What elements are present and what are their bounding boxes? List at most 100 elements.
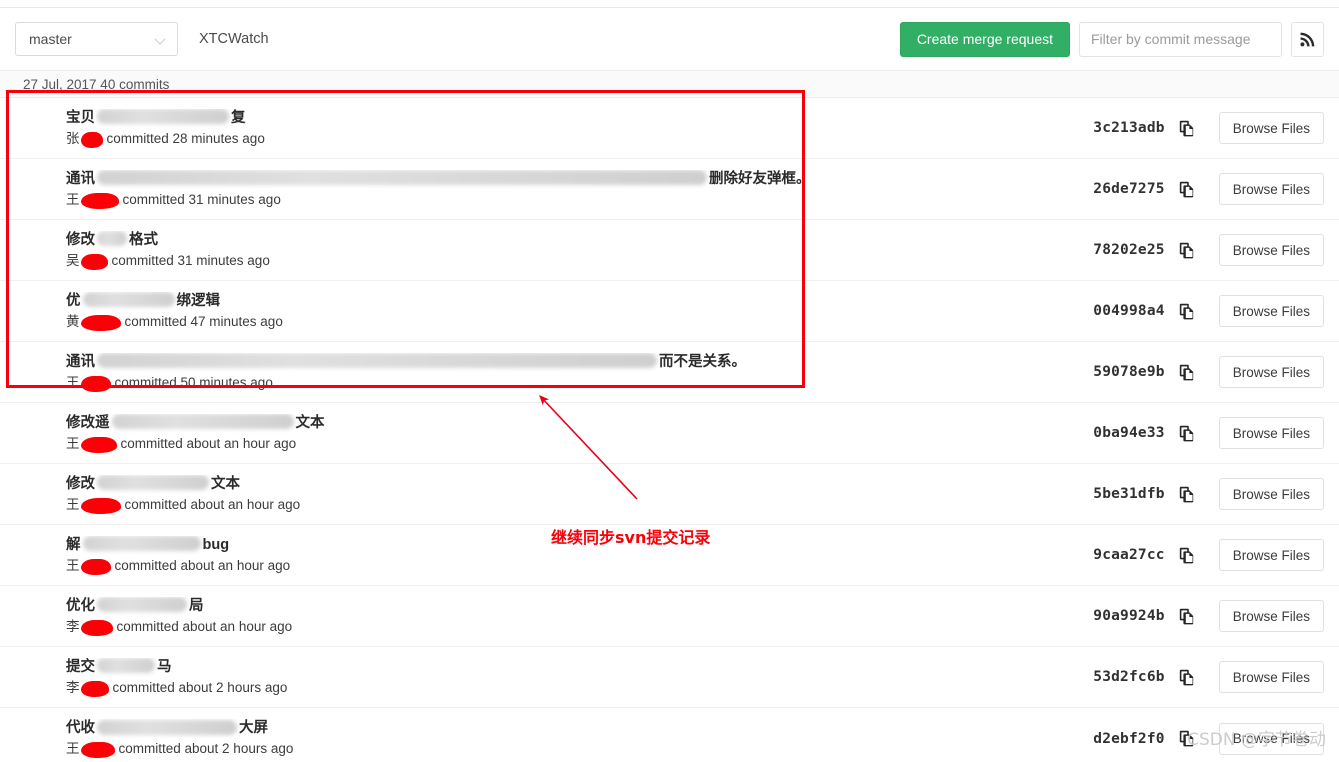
commit-filter-input[interactable] <box>1079 21 1282 57</box>
commit-title-visible-suffix: 文本 <box>295 414 325 431</box>
browse-files-button[interactable]: Browse Files <box>1218 356 1324 388</box>
browse-files-button[interactable]: Browse Files <box>1218 417 1324 449</box>
commit-author-name[interactable]: 王 <box>66 436 80 451</box>
commit-author-name[interactable]: 王 <box>66 375 80 390</box>
author-avatar <box>18 720 55 757</box>
browse-files-button[interactable]: Browse Files <box>1218 295 1324 327</box>
commit-timestamp: committed 31 minutes ago <box>122 191 281 207</box>
commit-author-meta: 王 committed about 2 hours ago <box>66 739 1065 759</box>
browse-files-button[interactable]: Browse Files <box>1218 661 1324 693</box>
commit-title-visible-prefix: 修改遥 <box>66 414 110 431</box>
commit-text-block: 修改 文本王 committed about an hour ago <box>66 475 1065 514</box>
copy-icon[interactable] <box>1179 302 1196 321</box>
commit-title-visible-suffix: 复 <box>231 109 246 126</box>
commit-title-visible-suffix: 而不是关系。 <box>659 353 746 370</box>
commit-title[interactable]: 修改遥 文本 <box>66 414 1065 433</box>
commit-text-block: 优化 局李 committed about an hour ago <box>66 597 1065 636</box>
commit-hash[interactable]: 0ba94e33 <box>1065 425 1165 441</box>
commit-author-redacted <box>80 619 113 636</box>
commit-author-name[interactable]: 王 <box>66 497 80 512</box>
copy-icon[interactable] <box>1179 424 1196 443</box>
commit-text-block: 修改遥 文本王 committed about an hour ago <box>66 414 1065 453</box>
commit-hash[interactable]: d2ebf2f0 <box>1065 731 1165 747</box>
commit-title-redacted <box>97 597 187 613</box>
commit-hash[interactable]: 59078e9b <box>1065 364 1165 380</box>
commits-toolbar: master XTCWatch Create merge request <box>0 8 1339 70</box>
commit-author-name[interactable]: 王 <box>66 558 80 573</box>
commit-title[interactable]: 优化 局 <box>66 597 1065 616</box>
commit-author-name[interactable]: 李 <box>66 619 80 634</box>
commit-title-redacted <box>97 658 155 674</box>
commit-hash[interactable]: 78202e25 <box>1065 242 1165 258</box>
commit-hash[interactable]: 004998a4 <box>1065 303 1165 319</box>
commit-title[interactable]: 代收 大屏 <box>66 719 1065 738</box>
commit-author-name[interactable]: 王 <box>66 741 80 756</box>
commit-title[interactable]: 提交 马 <box>66 658 1065 677</box>
copy-icon[interactable] <box>1179 363 1196 382</box>
commit-hash[interactable]: 53d2fc6b <box>1065 669 1165 685</box>
commit-author-meta: 王 committed 31 minutes ago <box>66 190 1065 209</box>
commit-title-visible-suffix: 马 <box>157 658 172 675</box>
commit-title-visible-prefix: 宝贝 <box>66 109 95 126</box>
commit-hash[interactable]: 9caa27cc <box>1065 547 1165 563</box>
browse-files-button[interactable]: Browse Files <box>1218 478 1324 510</box>
commit-row[interactable]: 修改 格式吴 committed 31 minutes ago 78202e25 Bro… <box>0 220 1339 281</box>
commit-timestamp: committed 50 minutes ago <box>114 374 273 390</box>
copy-icon[interactable] <box>1179 241 1196 260</box>
commit-author-redacted <box>80 497 121 514</box>
commit-title[interactable]: 宝贝 复 <box>66 109 1065 128</box>
commit-row[interactable]: 通讯 删除好友弹框。王 committed 31 minutes ago 26de72… <box>0 159 1339 220</box>
browse-files-button[interactable]: Browse Files <box>1218 539 1324 571</box>
commit-author-name[interactable]: 王 <box>66 192 80 207</box>
commit-title[interactable]: 优 绑逻辑 <box>66 292 1065 311</box>
commit-author-redacted <box>80 558 111 575</box>
create-merge-request-button[interactable]: Create merge request <box>899 21 1070 57</box>
commit-author-meta: 王 committed about an hour ago <box>66 556 1065 575</box>
copy-icon[interactable] <box>1179 546 1196 565</box>
browse-files-button[interactable]: Browse Files <box>1218 112 1324 144</box>
commit-row[interactable]: 修改 文本王 committed about an hour ago 5be31dfb… <box>0 464 1339 525</box>
copy-icon[interactable] <box>1179 668 1196 687</box>
commit-row[interactable]: 提交 马李 committed about 2 hours ago 53d2fc6b B… <box>0 647 1339 708</box>
browse-files-button[interactable]: Browse Files <box>1218 173 1324 205</box>
copy-icon[interactable] <box>1179 180 1196 199</box>
rss-feed-button[interactable] <box>1291 21 1324 57</box>
commit-author-redacted <box>80 375 111 392</box>
commit-row[interactable]: 代收 大屏王 committed about 2 hours ago d2ebf2f0… <box>0 708 1339 762</box>
browse-files-button[interactable]: Browse Files <box>1218 234 1324 266</box>
commit-title[interactable]: 通讯 删除好友弹框。 <box>66 170 1065 189</box>
author-avatar <box>18 414 55 452</box>
commit-title-visible-prefix: 修改 <box>66 475 95 492</box>
copy-icon[interactable] <box>1179 607 1196 626</box>
commit-text-block: 优 绑逻辑黄 committed 47 minutes ago <box>66 292 1065 331</box>
commit-row[interactable]: 宝贝 复张 committed 28 minutes ago 3c213adb Brow… <box>0 98 1339 159</box>
author-avatar <box>18 536 55 574</box>
commit-row[interactable]: 修改遥 文本王 committed about an hour ago 0ba94e3… <box>0 403 1339 464</box>
copy-icon[interactable] <box>1179 485 1196 504</box>
commit-author-name[interactable]: 张 <box>66 131 80 146</box>
commit-title[interactable]: 修改 格式 <box>66 231 1065 250</box>
commit-hash[interactable]: 90a9924b <box>1065 608 1165 624</box>
browse-files-button[interactable]: Browse Files <box>1218 600 1324 632</box>
commit-author-name[interactable]: 李 <box>66 680 80 695</box>
author-avatar <box>18 475 55 513</box>
rss-icon <box>1300 32 1315 46</box>
commit-timestamp: committed about an hour ago <box>114 557 291 573</box>
commit-row[interactable]: 通讯 而不是关系。王 committed 50 minutes ago 59078e9… <box>0 342 1339 403</box>
commit-timestamp: committed 28 minutes ago <box>106 130 265 146</box>
commit-title-visible-prefix: 提交 <box>66 658 95 675</box>
commit-author-name[interactable]: 黄 <box>66 314 80 329</box>
branch-selector[interactable]: master <box>15 22 178 56</box>
commit-title-visible-suffix: 局 <box>189 597 204 614</box>
commit-author-name[interactable]: 吴 <box>66 253 80 268</box>
commit-row[interactable]: 优 绑逻辑黄 committed 47 minutes ago 004998a4 Bro… <box>0 281 1339 342</box>
commit-title-redacted <box>97 719 237 735</box>
commit-row[interactable]: 优化 局李 committed about an hour ago 90a9924b B… <box>0 586 1339 647</box>
commit-hash[interactable]: 26de7275 <box>1065 181 1165 197</box>
copy-icon[interactable] <box>1179 119 1196 138</box>
commit-hash[interactable]: 3c213adb <box>1065 120 1165 136</box>
commit-title[interactable]: 通讯 而不是关系。 <box>66 353 1065 372</box>
commit-title[interactable]: 修改 文本 <box>66 475 1065 494</box>
commit-text-block: 宝贝 复张 committed 28 minutes ago <box>66 109 1065 148</box>
commit-hash[interactable]: 5be31dfb <box>1065 486 1165 502</box>
